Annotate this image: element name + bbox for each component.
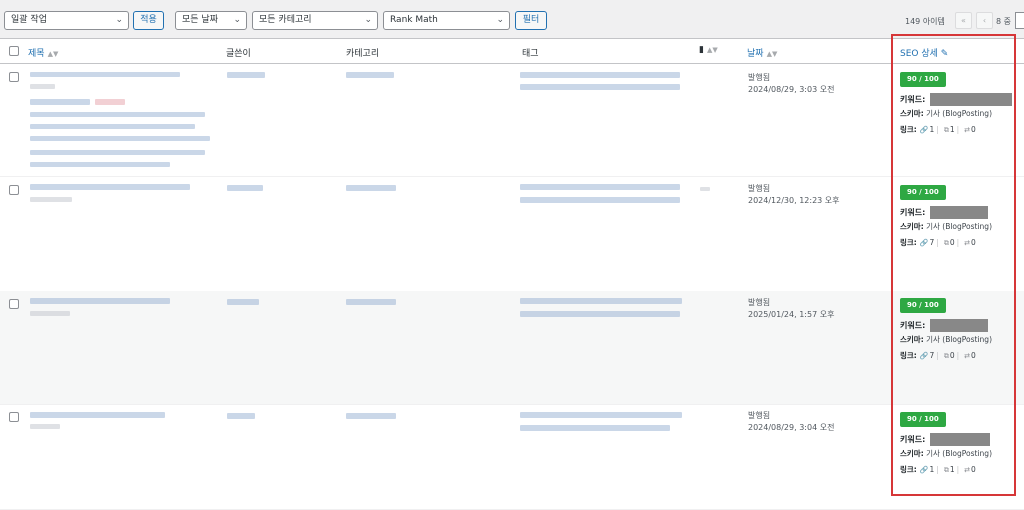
column-category: 카테고리 [346, 49, 380, 59]
status-label: 발행됨 [748, 298, 771, 307]
row-checkbox[interactable] [9, 185, 19, 195]
row-checkbox[interactable] [9, 412, 19, 422]
redacted-author [227, 185, 263, 191]
redacted-title [30, 72, 180, 77]
redacted-title [30, 197, 72, 202]
redacted-title [30, 311, 70, 316]
post-date: 2025/01/24, 1:57 오후 [748, 310, 835, 319]
page-indicator: 8 중 [996, 17, 1011, 26]
post-date: 2024/12/30, 12:23 오후 [748, 196, 840, 205]
table-nav-top: 일괄 작업 ⌄ 적용 모든 날짜 ⌄ 모든 카테고리 ⌄ Rank Math ⌄ 필터 … [0, 0, 1024, 38]
redacted-tags [520, 412, 682, 418]
status-label: 발행됨 [748, 411, 771, 420]
status-label: 발행됨 [748, 184, 771, 193]
redacted-tags [520, 184, 680, 190]
table-row: 발행됨 2024/08/29, 3:03 오전 90 / 100 키워드: 스키마… [0, 64, 1024, 177]
chevron-down-icon: ⌄ [233, 15, 241, 25]
redacted-tags [520, 197, 680, 203]
table-row: 발행됨 2024/08/29, 3:04 오전 90 / 100 키워드: 스키마… [0, 405, 1024, 510]
chevron-down-icon: ⌄ [364, 15, 372, 25]
comment-icon: ▮ [699, 45, 704, 55]
redacted-author [227, 72, 265, 78]
redacted-excerpt [95, 99, 125, 105]
redacted-excerpt [30, 124, 195, 129]
rankmath-filter-select[interactable]: Rank Math ⌄ [383, 11, 510, 30]
current-page-input[interactable] [1015, 12, 1024, 29]
column-date[interactable]: 날짜 ▲▼ [747, 46, 777, 59]
sort-icon: ▲▼ [706, 46, 718, 54]
filter-button[interactable]: 필터 [515, 11, 547, 30]
row-checkbox[interactable] [9, 299, 19, 309]
redacted-title [30, 298, 170, 304]
redacted-author [227, 413, 255, 419]
posts-table: 제목 ▲▼ 글쓴이 카테고리 태그 ▮ ▲▼ 날짜 ▲▼ SEO 상세 ✎ 발행됨 20… [0, 38, 1024, 510]
redacted-tags [520, 311, 680, 317]
category-filter-value: 모든 카테고리 [259, 15, 312, 25]
select-all-checkbox[interactable] [9, 46, 19, 56]
rankmath-filter-value: Rank Math [390, 15, 438, 25]
table-row: 발행됨 2024/12/30, 12:23 오후 90 / 100 키워드: 스키… [0, 177, 1024, 292]
redacted-category [346, 72, 394, 78]
category-filter-select[interactable]: 모든 카테고리 ⌄ [252, 11, 378, 30]
row-checkbox[interactable] [9, 72, 19, 82]
redacted-tags [520, 84, 680, 90]
column-tag: 태그 [522, 49, 539, 59]
bulk-action-select[interactable]: 일괄 작업 ⌄ [4, 11, 129, 30]
redacted-tags [520, 298, 682, 304]
seo-column-highlight [891, 34, 1016, 496]
redacted-title [30, 84, 55, 89]
redacted-title [30, 424, 60, 429]
table-row: 발행됨 2025/01/24, 1:57 오후 90 / 100 키워드: 스키마… [0, 291, 1024, 405]
redacted-title [30, 412, 165, 418]
column-date-label: 날짜 [747, 49, 764, 59]
date-filter-value: 모든 날짜 [182, 15, 218, 25]
chevron-down-icon: ⌄ [496, 15, 504, 25]
post-status: 발행됨 2024/08/29, 3:03 오전 [748, 72, 834, 96]
redacted-author [227, 299, 259, 305]
chevron-down-icon: ⌄ [115, 15, 123, 25]
redacted-tags [520, 72, 680, 78]
status-label: 발행됨 [748, 73, 771, 82]
column-author: 글쓴이 [226, 49, 251, 59]
redacted-excerpt [30, 99, 90, 105]
column-title-label: 제목 [28, 49, 45, 59]
post-status: 발행됨 2024/12/30, 12:23 오후 [748, 183, 840, 207]
apply-button[interactable]: 적용 [133, 11, 164, 30]
post-date: 2024/08/29, 3:03 오전 [748, 85, 835, 94]
prev-page-button[interactable]: ‹ [976, 12, 993, 29]
redacted-excerpt [30, 162, 170, 167]
table-header: 제목 ▲▼ 글쓴이 카테고리 태그 ▮ ▲▼ 날짜 ▲▼ SEO 상세 ✎ [0, 39, 1024, 64]
first-page-button[interactable]: « [955, 12, 972, 29]
redacted-comments [700, 187, 710, 191]
date-filter-select[interactable]: 모든 날짜 ⌄ [175, 11, 247, 30]
redacted-title [30, 184, 190, 190]
redacted-category [346, 413, 396, 419]
redacted-tags [520, 425, 670, 431]
redacted-excerpt [30, 150, 205, 155]
column-title[interactable]: 제목 ▲▼ [28, 46, 58, 59]
redacted-excerpt [30, 112, 205, 117]
column-comments[interactable]: ▮ ▲▼ [699, 45, 718, 55]
post-status: 발행됨 2025/01/24, 1:57 오후 [748, 297, 834, 321]
bulk-action-value: 일괄 작업 [11, 15, 47, 25]
post-date: 2024/08/29, 3:04 오전 [748, 423, 835, 432]
redacted-category [346, 185, 396, 191]
sort-icon: ▲▼ [47, 50, 59, 58]
redacted-category [346, 299, 396, 305]
item-count: 149 아이템 [905, 17, 945, 26]
redacted-excerpt [30, 136, 210, 141]
post-status: 발행됨 2024/08/29, 3:04 오전 [748, 410, 834, 434]
sort-icon: ▲▼ [766, 50, 778, 58]
